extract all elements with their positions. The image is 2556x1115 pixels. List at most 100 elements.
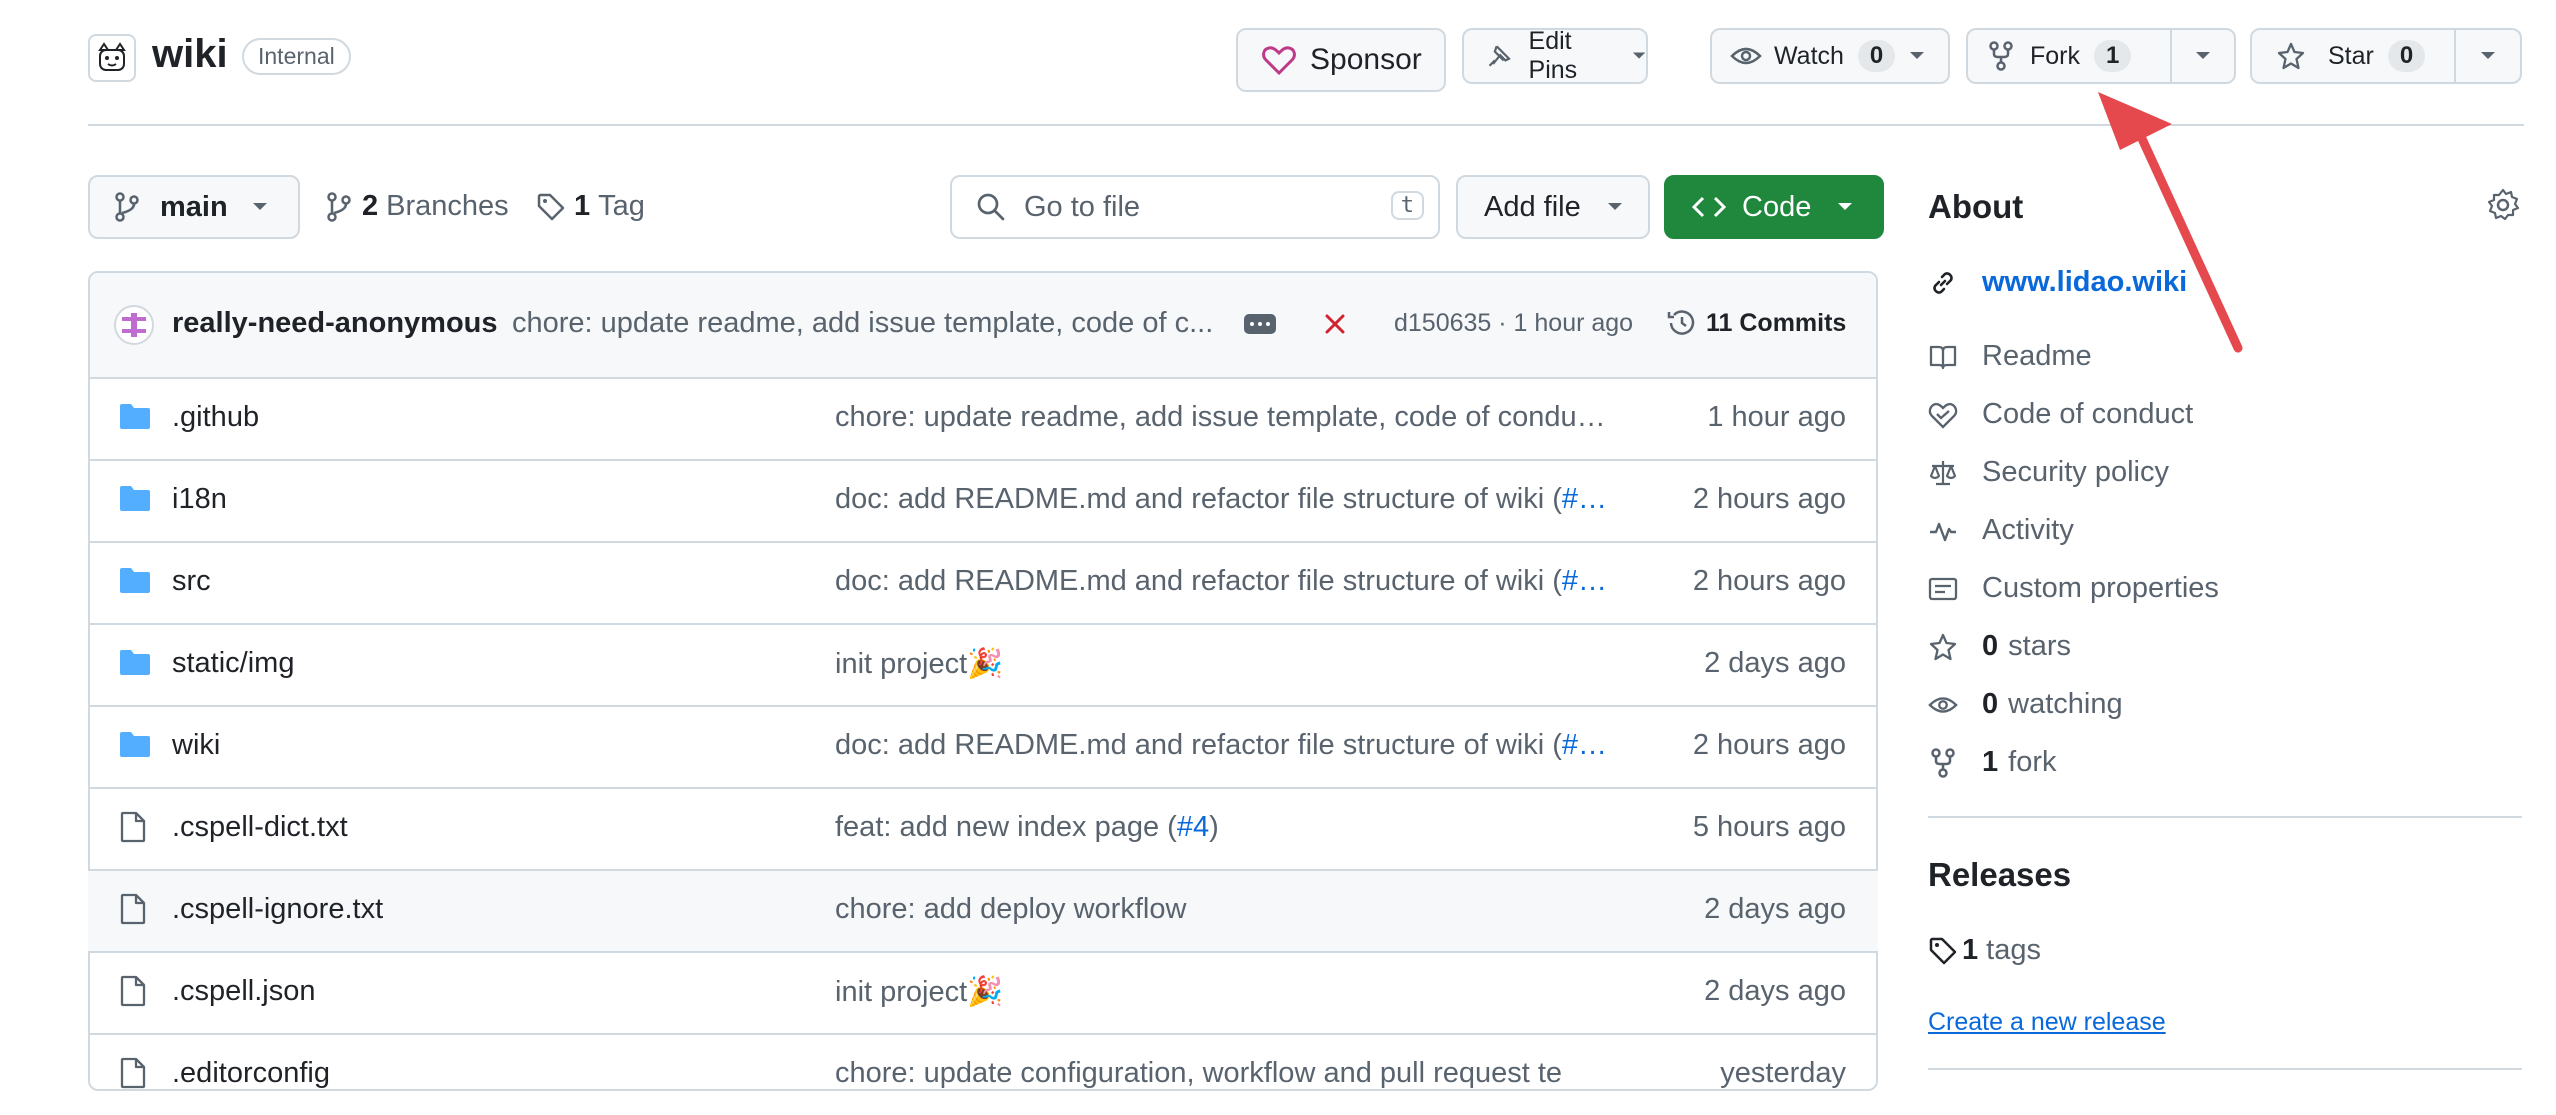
commit-author[interactable]: really-need-anonymous (172, 307, 498, 340)
commits-label: 11 Commits (1706, 308, 1847, 337)
file-commit-time[interactable]: 1 hour ago (1707, 401, 1846, 434)
star-button[interactable]: Star 0 (2250, 28, 2456, 84)
star-label: Star (2328, 41, 2374, 70)
file-icon (120, 1057, 146, 1089)
watching-link[interactable]: 0 watching (1928, 688, 2123, 721)
file-commit-time[interactable]: 2 days ago (1704, 893, 1846, 926)
add-file-label: Add file (1484, 190, 1581, 223)
file-row[interactable]: .cspell.json init project🎉 2 days ago (88, 951, 1878, 1033)
check-failed-icon[interactable] (1324, 313, 1346, 335)
folder-icon (120, 732, 150, 757)
file-commit-pr-link[interactable]: #… (1562, 565, 1607, 597)
commit-details-toggle[interactable] (1244, 314, 1276, 334)
file-commit-message[interactable]: chore: add deploy workflow (835, 893, 1186, 926)
repo-avatar[interactable] (88, 34, 136, 82)
edit-pins-button[interactable]: Edit Pins (1462, 27, 1648, 84)
eye-icon (1928, 696, 1958, 713)
file-name[interactable]: src (172, 565, 211, 598)
tags-link[interactable]: 1 Tag (536, 190, 645, 223)
file-type-icon (118, 565, 152, 600)
file-name[interactable]: .cspell-ignore.txt (172, 893, 383, 926)
branches-link[interactable]: 2 Branches (326, 190, 509, 223)
fork-label: Fork (2030, 41, 2080, 70)
file-type-icon (118, 975, 148, 1012)
code-of-conduct-link[interactable]: Code of conduct (1928, 398, 2193, 431)
watch-button[interactable]: Watch 0 (1710, 28, 1950, 84)
file-commit-time[interactable]: 5 hours ago (1693, 811, 1846, 844)
latest-commit-bar: really-need-anonymous chore: update read… (90, 273, 1876, 377)
file-commit-time[interactable]: 2 days ago (1704, 647, 1846, 680)
forks-link[interactable]: 1 fork (1928, 746, 2056, 779)
file-commit-message[interactable]: chore: update readme, add issue template… (835, 401, 1606, 434)
file-commit-time[interactable]: 2 days ago (1704, 975, 1846, 1008)
edit-pins-label: Edit Pins (1528, 27, 1578, 84)
file-commit-time[interactable]: 2 hours ago (1693, 565, 1846, 598)
file-commit-text: init project🎉 (835, 648, 1004, 680)
stars-label: stars (2008, 630, 2071, 662)
create-release-link[interactable]: Create a new release (1928, 1008, 2166, 1037)
readme-link[interactable]: Readme (1928, 340, 2092, 373)
release-tags-count: 1 (1962, 934, 1979, 966)
fork-icon (1989, 41, 2013, 71)
file-row[interactable]: .cspell-dict.txt feat: add new index page… (88, 787, 1878, 869)
star-dropdown-button[interactable] (2454, 28, 2522, 84)
folder-icon (120, 568, 150, 593)
link-icon (1933, 271, 1953, 294)
file-commit-message[interactable]: init project🎉 (835, 647, 1003, 681)
branches-count: 2 (362, 190, 379, 222)
file-type-icon (118, 811, 148, 848)
file-icon (120, 975, 146, 1007)
gear-icon[interactable] (2486, 188, 2520, 222)
commit-sha-time[interactable]: d150635 · 1 hour ago (1394, 309, 1633, 338)
file-type-icon (118, 893, 148, 930)
watching-label: watching (2008, 688, 2123, 720)
commits-link[interactable]: 11 Commits (1666, 307, 1846, 339)
file-commit-time[interactable]: 2 hours ago (1693, 729, 1846, 762)
code-button[interactable]: Code (1664, 175, 1884, 239)
file-row[interactable]: src doc: add README.md and refactor file … (88, 541, 1878, 623)
stars-link[interactable]: 0 stars (1928, 630, 2071, 663)
activity-link[interactable]: Activity (1928, 514, 2074, 547)
file-row[interactable]: wiki doc: add README.md and refactor file… (88, 705, 1878, 787)
custom-properties-link[interactable]: Custom properties (1928, 572, 2219, 605)
file-name[interactable]: i18n (172, 483, 227, 516)
add-file-button[interactable]: Add file (1456, 175, 1650, 239)
file-name[interactable]: .github (172, 401, 259, 434)
file-row[interactable]: i18n doc: add README.md and refactor file… (88, 459, 1878, 541)
activity-label: Activity (1982, 514, 2074, 546)
file-row[interactable]: .cspell-ignore.txt chore: add deploy work… (88, 869, 1878, 951)
sponsor-button[interactable]: Sponsor (1236, 28, 1446, 92)
repo-name[interactable]: wiki (152, 32, 228, 77)
releases-heading[interactable]: Releases (1928, 856, 2071, 894)
folder-icon (120, 404, 150, 429)
file-row[interactable]: .editorconfig chore: update configuration… (88, 1033, 1878, 1115)
release-tags-link[interactable]: 1 tags (1928, 934, 2041, 967)
branch-icon (327, 191, 351, 222)
file-commit-message[interactable]: init project🎉 (835, 975, 1003, 1009)
file-commit-text: chore: update readme, add issue template… (835, 401, 1606, 433)
forks-count: 1 (1982, 746, 1999, 778)
pin-icon (1488, 45, 1511, 67)
file-row[interactable]: .github chore: update readme, add issue t… (88, 377, 1878, 459)
file-name[interactable]: .cspell.json (172, 975, 315, 1008)
file-name[interactable]: .cspell-dict.txt (172, 811, 348, 844)
file-commit-pr-link[interactable]: #4 (1177, 811, 1209, 843)
file-commit-pr-link[interactable]: #… (1562, 729, 1607, 761)
go-to-file-input[interactable]: Go to file t (950, 175, 1440, 239)
branch-select[interactable]: main (88, 175, 300, 239)
file-commit-time[interactable]: 2 hours ago (1693, 483, 1846, 516)
commit-message[interactable]: chore: update readme, add issue template… (512, 307, 1213, 340)
file-commit-message[interactable]: doc: add README.md and refactor file str… (835, 565, 1607, 598)
file-row[interactable]: static/img init project🎉 2 days ago (88, 623, 1878, 705)
file-name[interactable]: static/img (172, 647, 294, 680)
file-commit-message[interactable]: doc: add README.md and refactor file str… (835, 483, 1607, 516)
folder-icon (120, 486, 150, 511)
security-policy-link[interactable]: Security policy (1928, 456, 2169, 489)
file-commit-pr-link[interactable]: #… (1562, 483, 1607, 515)
file-commit-message[interactable]: doc: add README.md and refactor file str… (835, 729, 1607, 762)
custom-properties-label: Custom properties (1982, 572, 2219, 604)
file-commit-message[interactable]: feat: add new index page (#4) (835, 811, 1219, 844)
about-heading: About (1928, 188, 2024, 225)
commit-author-avatar[interactable] (114, 305, 154, 345)
file-name[interactable]: wiki (172, 729, 220, 762)
